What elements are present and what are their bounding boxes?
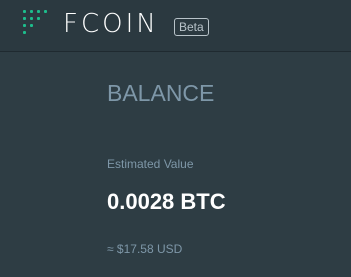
usd-balance-value: ≈ $17.58 USD — [107, 242, 183, 256]
btc-balance-value: 0.0028 BTC — [107, 189, 226, 214]
fcoin-logo-icon[interactable] — [23, 10, 49, 39]
beta-badge: Beta — [174, 18, 209, 36]
top-header: FCOIN Beta — [0, 0, 351, 52]
balance-title: BALANCE — [107, 80, 215, 106]
estimated-value-label: Estimated Value — [107, 157, 194, 171]
fcoin-logo-text[interactable]: FCOIN — [63, 9, 159, 39]
